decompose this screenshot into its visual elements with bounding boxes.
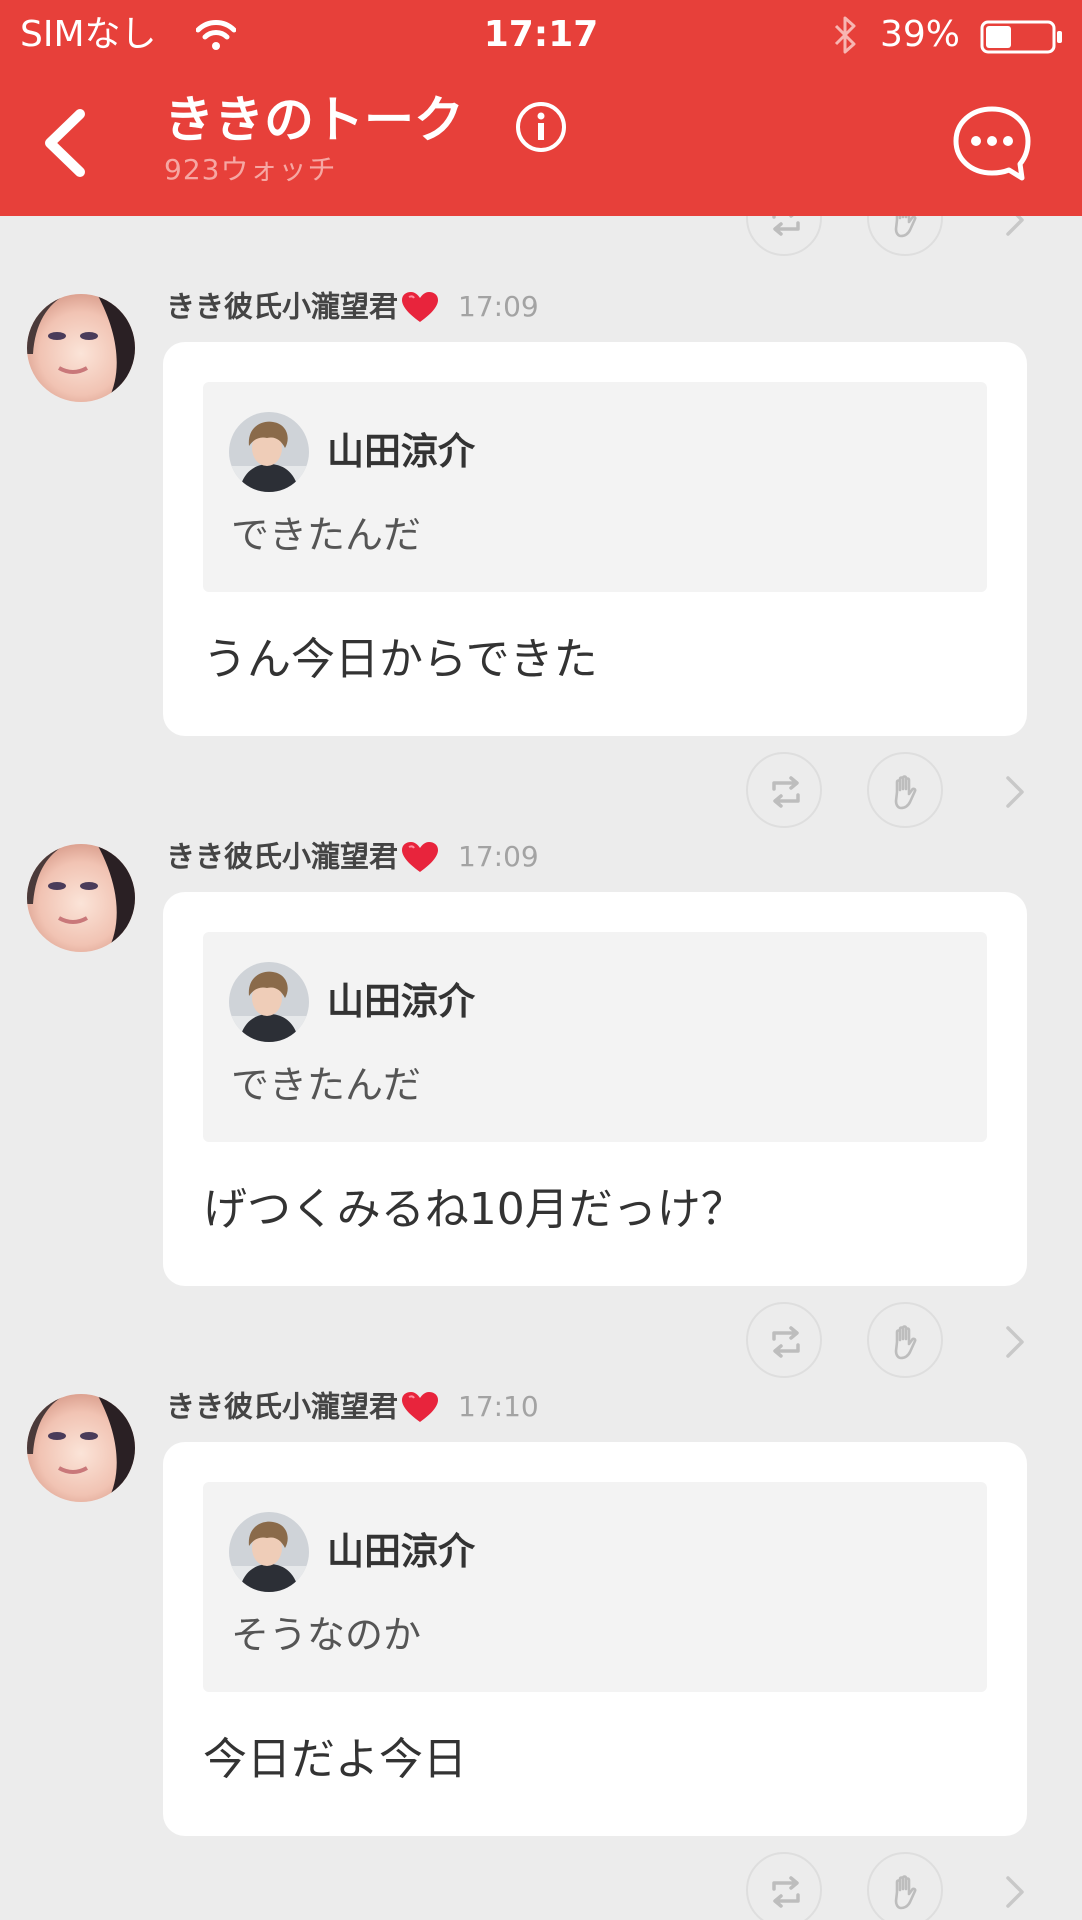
message-text: うん今日からできた [203,634,598,685]
nav-title: ききのトーク [164,91,464,149]
heart-icon [402,291,439,322]
repost-icon [772,1876,800,1908]
message-text: げつくみるね10月だっけ？ [203,1184,745,1235]
message-time: 17:09 [458,839,539,873]
quoted-name: 山田涼介 [327,980,475,1023]
message-bubble[interactable]: 山田涼介 できたんだ うん今日からできた [163,342,1027,736]
quoted-message[interactable]: 山田涼介 できたんだ [203,382,987,592]
message-bubble[interactable]: 山田涼介 そうなのか 今日だよ今日 [163,1442,1027,1836]
app-header: SIMなし 17:17 39% ききのトーク 923ウォッチ [0,0,1082,216]
quoted-avatar [229,1512,309,1592]
nav-subtitle: 923ウォッチ [164,153,337,186]
quoted-name: 山田涼介 [327,1530,475,1573]
message-item: きき彼氏小瀧望君 17:09 山田涼介 できたんだ げつくみるね10月だっけ？ [0,766,1082,1286]
heart-icon [402,1391,439,1422]
quoted-avatar [229,962,309,1042]
battery-icon [980,20,1062,54]
sender-line: きき彼氏小瀧望君 17:10 [166,1386,539,1426]
talk-timeline[interactable]: きき彼氏小瀧望君 17:09 山田涼介 できたんだ うん今日からできた きき彼氏… [0,216,1082,1920]
sender-line: きき彼氏小瀧望君 17:09 [166,836,539,876]
sender-line: きき彼氏小瀧望君 17:09 [166,286,539,326]
quoted-message[interactable]: 山田涼介 そうなのか [203,1482,987,1692]
message-text: 今日だよ今日 [203,1734,467,1785]
heart-icon [402,841,439,872]
back-chevron-icon[interactable] [36,108,92,178]
quoted-name: 山田涼介 [327,430,475,473]
nav-bar: ききのトーク 923ウォッチ [0,70,1082,216]
sender-avatar[interactable] [27,844,135,952]
quoted-text: そうなのか [231,1613,422,1657]
quoted-avatar [229,412,309,492]
message-time: 17:09 [458,289,539,323]
reaction-row [0,1852,1082,1920]
sender-name: きき彼氏小瀧望君 [166,1389,399,1424]
sender-avatar[interactable] [27,1394,135,1502]
quoted-message[interactable]: 山田涼介 できたんだ [203,932,987,1142]
bluetooth-icon [834,16,856,54]
chevron-right-icon[interactable] [1000,1872,1028,1912]
chat-bubble-icon[interactable] [952,105,1032,183]
status-bar: SIMなし 17:17 39% [0,0,1082,70]
message-item: きき彼氏小瀧望君 17:10 山田涼介 そうなのか 今日だよ今日 [0,1316,1082,1836]
battery-percent: 39% [880,14,961,55]
clap-icon [894,1875,917,1910]
quoted-text: できたんだ [231,513,422,557]
sender-avatar[interactable] [27,294,135,402]
repost-button[interactable] [746,1852,822,1920]
info-icon[interactable] [514,100,568,154]
message-time: 17:10 [458,1389,539,1423]
sender-name: きき彼氏小瀧望君 [166,289,399,324]
quoted-text: できたんだ [231,1063,422,1107]
message-item: きき彼氏小瀧望君 17:09 山田涼介 できたんだ うん今日からできた [0,216,1082,736]
message-bubble[interactable]: 山田涼介 できたんだ げつくみるね10月だっけ？ [163,892,1027,1286]
clap-button[interactable] [867,1852,943,1920]
sender-name: きき彼氏小瀧望君 [166,839,399,874]
